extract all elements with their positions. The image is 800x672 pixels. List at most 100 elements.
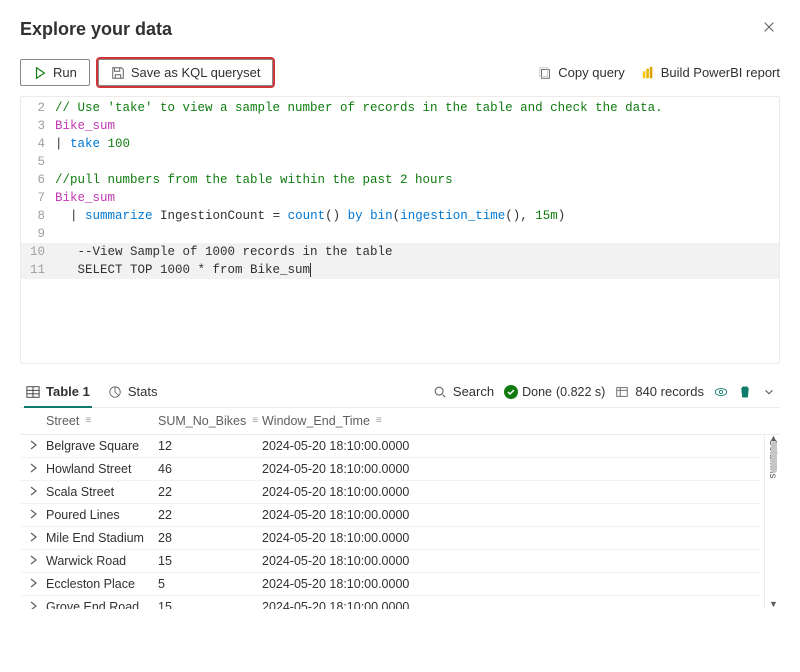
expand-row-icon[interactable] — [20, 462, 46, 476]
cell-street: Scala Street — [46, 485, 158, 499]
tab-stats[interactable]: Stats — [106, 376, 160, 407]
save-icon — [111, 66, 125, 80]
line-number: 2 — [21, 99, 55, 117]
cell-time: 2024-05-20 18:10:00.0000 — [262, 462, 760, 476]
tab-table[interactable]: Table 1 — [24, 376, 92, 407]
close-icon — [762, 20, 776, 34]
code-content[interactable]: Bike_sum — [55, 189, 779, 207]
line-number: 7 — [21, 189, 55, 207]
expand-row-icon[interactable] — [20, 485, 46, 499]
scroll-down-icon[interactable]: ▼ — [769, 599, 777, 609]
line-number: 9 — [21, 225, 55, 243]
records-count-label: 840 records — [635, 384, 704, 399]
expand-row-icon[interactable] — [20, 439, 46, 453]
table-row[interactable]: Mile End Stadium282024-05-20 18:10:00.00… — [20, 527, 760, 550]
trash-icon[interactable] — [738, 385, 752, 399]
cell-time: 2024-05-20 18:10:00.0000 — [262, 531, 760, 545]
copy-icon — [538, 66, 552, 80]
code-content[interactable]: // Use 'take' to view a sample number of… — [55, 99, 779, 117]
code-line[interactable]: 6//pull numbers from the table within th… — [21, 171, 779, 189]
search-button[interactable]: Search — [433, 384, 494, 399]
cell-bikes: 46 — [158, 462, 262, 476]
results-tab-bar: Table 1 Stats Search Done (0.822 s) 840 … — [20, 376, 780, 408]
col-menu-icon[interactable]: ≡ — [376, 416, 382, 426]
code-content[interactable]: //pull numbers from the table within the… — [55, 171, 779, 189]
code-content[interactable] — [55, 225, 779, 243]
table-row[interactable]: Howland Street462024-05-20 18:10:00.0000 — [20, 458, 760, 481]
code-content[interactable]: --View Sample of 1000 records in the tab… — [55, 243, 779, 261]
code-content[interactable]: | summarize IngestionCount = count() by … — [55, 207, 779, 225]
cell-time: 2024-05-20 18:10:00.0000 — [262, 508, 760, 522]
line-number: 10 — [21, 243, 55, 261]
results-rows[interactable]: Belgrave Square122024-05-20 18:10:00.000… — [20, 435, 780, 609]
tab-table-label: Table 1 — [46, 384, 90, 399]
build-powerbi-label: Build PowerBI report — [661, 65, 780, 80]
cell-bikes: 28 — [158, 531, 262, 545]
code-line[interactable]: 8 | summarize IngestionCount = count() b… — [21, 207, 779, 225]
table-row[interactable]: Belgrave Square122024-05-20 18:10:00.000… — [20, 435, 760, 458]
eye-icon[interactable] — [714, 385, 728, 399]
col-bikes-label[interactable]: SUM_No_Bikes — [158, 414, 246, 428]
cell-bikes: 22 — [158, 508, 262, 522]
table-row[interactable]: Warwick Road152024-05-20 18:10:00.0000 — [20, 550, 760, 573]
scrollbar-handle[interactable] — [771, 441, 777, 473]
code-line[interactable]: 2// Use 'take' to view a sample number o… — [21, 99, 779, 117]
results-column-headers: Street ≡ SUM_No_Bikes ≡ Window_End_Time … — [20, 408, 780, 435]
cell-street: Warwick Road — [46, 554, 158, 568]
col-time-label[interactable]: Window_End_Time — [262, 414, 370, 428]
build-powerbi-button[interactable]: Build PowerBI report — [641, 65, 780, 80]
code-line[interactable]: 10 --View Sample of 1000 records in the … — [21, 243, 779, 261]
code-line[interactable]: 3Bike_sum — [21, 117, 779, 135]
cell-bikes: 5 — [158, 577, 262, 591]
cell-time: 2024-05-20 18:10:00.0000 — [262, 577, 760, 591]
run-button-label: Run — [53, 65, 77, 80]
table-row[interactable]: Grove End Road152024-05-20 18:10:00.0000 — [20, 596, 760, 609]
table-icon — [26, 385, 40, 399]
cell-bikes: 12 — [158, 439, 262, 453]
code-content[interactable]: | take 100 — [55, 135, 779, 153]
expand-row-icon[interactable] — [20, 508, 46, 522]
cell-street: Mile End Stadium — [46, 531, 158, 545]
cell-street: Poured Lines — [46, 508, 158, 522]
col-street-label[interactable]: Street — [46, 414, 79, 428]
code-line[interactable]: 11 SELECT TOP 1000 * from Bike_sum — [21, 261, 779, 279]
code-content[interactable]: Bike_sum — [55, 117, 779, 135]
cell-bikes: 15 — [158, 554, 262, 568]
search-label: Search — [453, 384, 494, 399]
line-number: 11 — [21, 261, 55, 279]
code-line[interactable]: 9 — [21, 225, 779, 243]
expand-row-icon[interactable] — [20, 531, 46, 545]
text-cursor — [310, 263, 311, 277]
cell-bikes: 22 — [158, 485, 262, 499]
save-queryset-button[interactable]: Save as KQL queryset — [98, 59, 274, 86]
code-content[interactable]: SELECT TOP 1000 * from Bike_sum — [55, 261, 779, 279]
line-number: 5 — [21, 153, 55, 171]
code-line[interactable]: 4| take 100 — [21, 135, 779, 153]
copy-query-button[interactable]: Copy query — [538, 65, 624, 80]
page-title: Explore your data — [20, 19, 172, 40]
code-content[interactable] — [55, 153, 779, 171]
line-number: 4 — [21, 135, 55, 153]
col-menu-icon[interactable]: ≡ — [85, 416, 91, 426]
chevron-down-icon[interactable] — [762, 385, 776, 399]
query-editor[interactable]: 2// Use 'take' to view a sample number o… — [20, 96, 780, 364]
cell-street: Belgrave Square — [46, 439, 158, 453]
run-button[interactable]: Run — [20, 59, 90, 86]
expand-row-icon[interactable] — [20, 554, 46, 568]
col-menu-icon[interactable]: ≡ — [252, 416, 258, 426]
line-number: 6 — [21, 171, 55, 189]
close-button[interactable] — [758, 16, 780, 43]
expand-row-icon[interactable] — [20, 600, 46, 609]
table-row[interactable]: Poured Lines222024-05-20 18:10:00.0000 — [20, 504, 760, 527]
table-row[interactable]: Scala Street222024-05-20 18:10:00.0000 — [20, 481, 760, 504]
code-line[interactable]: 7Bike_sum — [21, 189, 779, 207]
cell-bikes: 15 — [158, 600, 262, 609]
line-number: 8 — [21, 207, 55, 225]
table-row[interactable]: Eccleston Place52024-05-20 18:10:00.0000 — [20, 573, 760, 596]
cell-street: Grove End Road — [46, 600, 158, 609]
code-line[interactable]: 5 — [21, 153, 779, 171]
cell-street: Eccleston Place — [46, 577, 158, 591]
expand-row-icon[interactable] — [20, 577, 46, 591]
toolbar: Run Save as KQL queryset Copy query Buil… — [20, 59, 780, 86]
search-icon — [433, 385, 447, 399]
